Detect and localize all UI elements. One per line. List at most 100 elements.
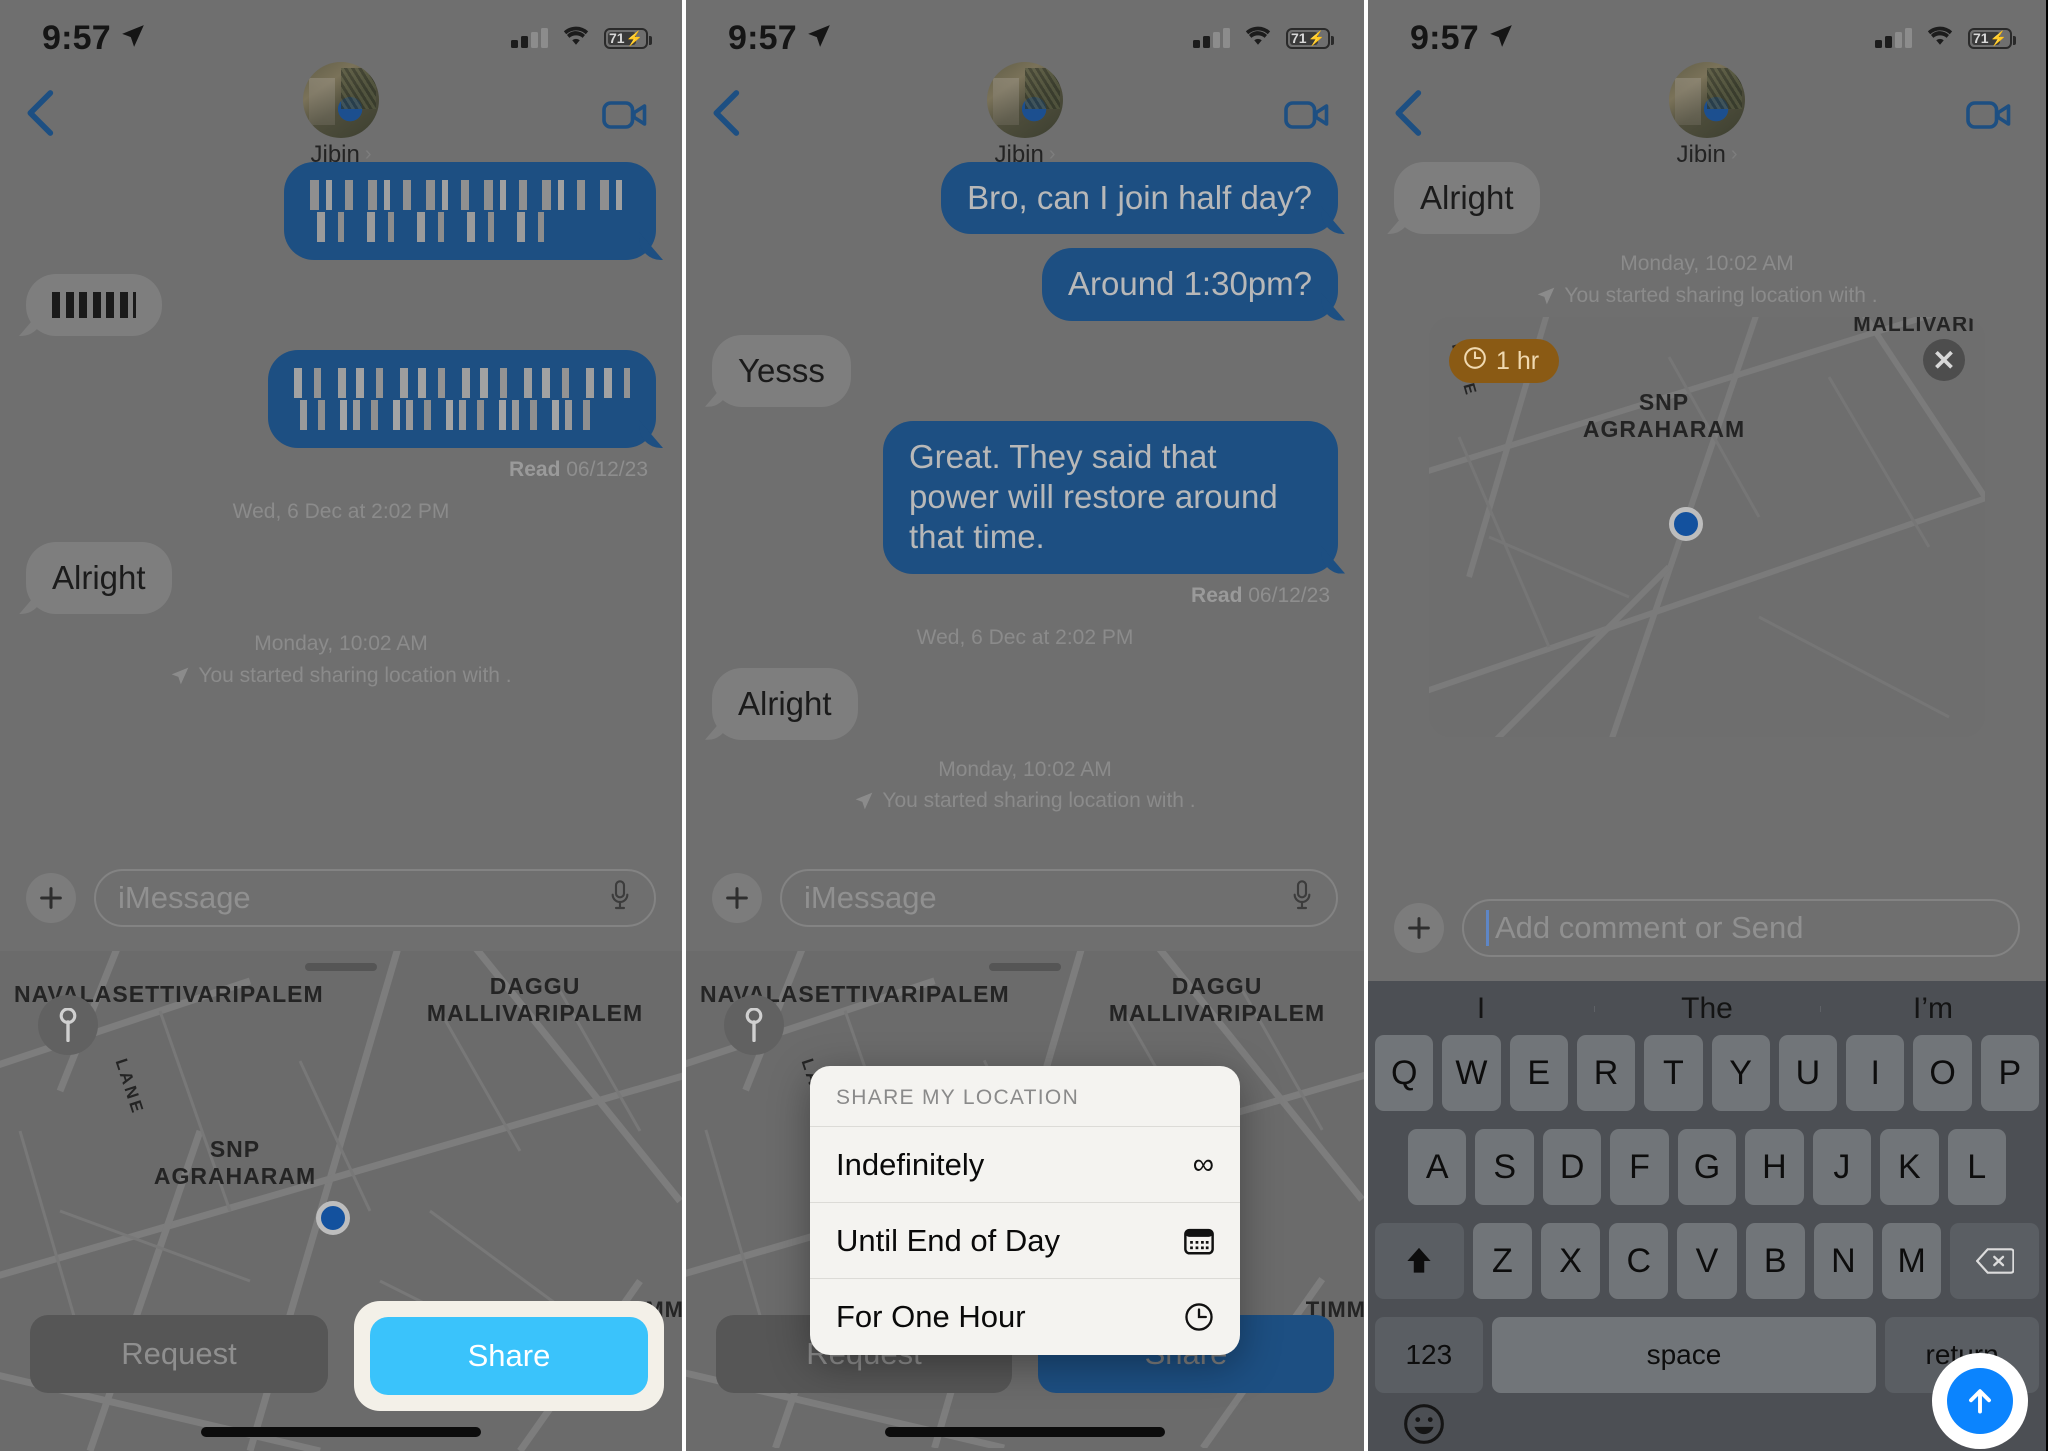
backspace-icon[interactable]	[1950, 1223, 2040, 1299]
message-row: Yesss	[712, 334, 1338, 407]
back-button[interactable]	[22, 88, 62, 138]
facetime-button[interactable]	[602, 100, 648, 135]
shared-location-map-card[interactable]: 1 hr ✕ SNP AGRAHARAM MALLIVARI LANE	[1429, 317, 1985, 738]
locate-me-icon[interactable]	[38, 995, 98, 1055]
key-g[interactable]: G	[1677, 1129, 1737, 1205]
key-e[interactable]: E	[1509, 1035, 1568, 1111]
message-row	[26, 162, 656, 260]
location-share-note: Monday, 10:02 AM You started sharing loc…	[1394, 248, 2020, 311]
avatar	[987, 61, 1063, 138]
plus-icon[interactable]	[712, 873, 762, 923]
action-item-label: For One Hour	[836, 1299, 1026, 1334]
facetime-button[interactable]	[1284, 100, 1330, 135]
cellular-signal-icon	[1875, 28, 1912, 48]
current-location-dot	[316, 1201, 350, 1235]
microphone-icon[interactable]	[608, 879, 632, 917]
action-item-until-end-of-day[interactable]: Until End of Day	[810, 1203, 1240, 1279]
plus-icon[interactable]	[26, 873, 76, 923]
input-placeholder: iMessage	[118, 880, 251, 915]
emoji-smiley-icon[interactable]	[1402, 1402, 1446, 1451]
back-button[interactable]	[708, 88, 748, 138]
status-bar-time-group: 9:57	[42, 19, 146, 58]
key-a[interactable]: A	[1408, 1129, 1467, 1205]
message-row: Alright	[712, 667, 1338, 740]
action-item-label: Until End of Day	[836, 1222, 1060, 1258]
screenshot-panel-2: 9:57 71 ⚡ Jibin › Bro, can I join half d…	[682, 0, 1364, 1451]
prediction-bar: I The I’m	[1368, 991, 2046, 1026]
read-receipt: Read 06/12/23	[1191, 583, 1330, 607]
key-r[interactable]: R	[1576, 1035, 1636, 1111]
battery-charging-icon: 71 ⚡	[1286, 27, 1334, 49]
key-f[interactable]: F	[1610, 1129, 1669, 1205]
key-i[interactable]: I	[1846, 1035, 1905, 1111]
key-w[interactable]: W	[1442, 1035, 1501, 1111]
key-j[interactable]: J	[1812, 1129, 1872, 1205]
key-p[interactable]: P	[1980, 1035, 2039, 1111]
close-x-icon[interactable]: ✕	[1923, 339, 1965, 382]
key-t[interactable]: T	[1644, 1035, 1703, 1111]
prediction-2[interactable]: The	[1594, 992, 1820, 1026]
share-location-button[interactable]: Share	[370, 1317, 648, 1395]
key-b[interactable]: B	[1745, 1223, 1805, 1299]
message-bubble: Alright	[26, 542, 172, 615]
imessage-input[interactable]: iMessage	[94, 869, 656, 927]
key-u[interactable]: U	[1778, 1035, 1838, 1111]
plus-icon[interactable]	[1394, 903, 1444, 953]
request-location-button[interactable]: Request	[30, 1315, 328, 1393]
keyboard-row-2: A S D F G H J K L	[1368, 1120, 2046, 1214]
key-c[interactable]: C	[1609, 1223, 1669, 1299]
prediction-3[interactable]: I’m	[1820, 992, 2046, 1026]
key-y[interactable]: Y	[1711, 1035, 1770, 1111]
microphone-icon[interactable]	[1290, 879, 1314, 917]
message-bubble: Alright	[712, 667, 858, 740]
key-q[interactable]: Q	[1375, 1035, 1434, 1111]
contact-header[interactable]: Jibin ›	[1669, 61, 1745, 169]
sheet-grabber[interactable]	[305, 963, 377, 971]
phone-screen-1: 9:57 71 ⚡ Jibin › Read 06/12/23 Wed, 6 D…	[0, 0, 682, 1451]
space-key[interactable]: space	[1491, 1317, 1877, 1393]
location-arrow-icon	[172, 667, 189, 684]
key-k[interactable]: K	[1880, 1129, 1939, 1205]
key-z[interactable]: Z	[1472, 1223, 1532, 1299]
key-m[interactable]: M	[1882, 1223, 1942, 1299]
key-n[interactable]: N	[1813, 1223, 1874, 1299]
contact-header[interactable]: Jibin ›	[987, 61, 1063, 169]
share-location-sheet-1: NAVALASETTIVARIPALEM DAGGU MALLIVARIPALE…	[0, 951, 682, 1451]
key-o[interactable]: O	[1913, 1035, 1972, 1111]
key-s[interactable]: S	[1475, 1129, 1534, 1205]
status-time: 9:57	[1410, 18, 1479, 57]
facetime-button[interactable]	[1966, 100, 2012, 135]
sheet-grabber[interactable]	[989, 963, 1061, 971]
action-item-indefinitely[interactable]: Indefinitely ∞	[810, 1127, 1240, 1203]
censored-message-bubble	[26, 274, 162, 336]
prediction-1[interactable]: I	[1368, 992, 1594, 1026]
send-button-highlight[interactable]	[1932, 1353, 2028, 1449]
key-l[interactable]: L	[1947, 1129, 2006, 1205]
key-h[interactable]: H	[1745, 1129, 1804, 1205]
back-button[interactable]	[1390, 88, 1430, 138]
contact-header[interactable]: Jibin ›	[303, 61, 379, 169]
status-bar-time-group: 9:57	[728, 19, 832, 58]
location-share-time: Monday, 10:02 AM	[1620, 252, 1794, 276]
location-share-text: You started sharing location with .	[882, 789, 1196, 813]
location-arrow-icon	[1538, 287, 1555, 304]
message-bubble: Around 1:30pm?	[1041, 248, 1338, 321]
day-timestamp: Wed, 6 Dec at 2:02 PM	[916, 625, 1134, 649]
status-bar: 9:57 71 ⚡	[686, 0, 1364, 62]
action-item-for-one-hour[interactable]: For One Hour	[810, 1279, 1240, 1355]
imessage-input[interactable]: iMessage	[780, 869, 1338, 927]
censored-message-bubble	[284, 162, 656, 260]
numbers-key[interactable]: 123	[1375, 1317, 1483, 1393]
shift-up-icon[interactable]	[1375, 1223, 1464, 1299]
key-d[interactable]: D	[1542, 1129, 1602, 1205]
key-x[interactable]: X	[1541, 1223, 1601, 1299]
locate-me-icon[interactable]	[724, 995, 784, 1055]
input-placeholder: iMessage	[804, 880, 937, 915]
action-item-label: Indefinitely	[836, 1146, 985, 1182]
message-row	[26, 350, 656, 448]
location-arrow-icon	[806, 19, 832, 58]
duration-badge-label: 1 hr	[1496, 346, 1540, 375]
comment-input[interactable]: Add comment or Send	[1462, 899, 2020, 957]
battery-charging-icon: 71 ⚡	[1968, 27, 2016, 49]
key-v[interactable]: V	[1677, 1223, 1737, 1299]
